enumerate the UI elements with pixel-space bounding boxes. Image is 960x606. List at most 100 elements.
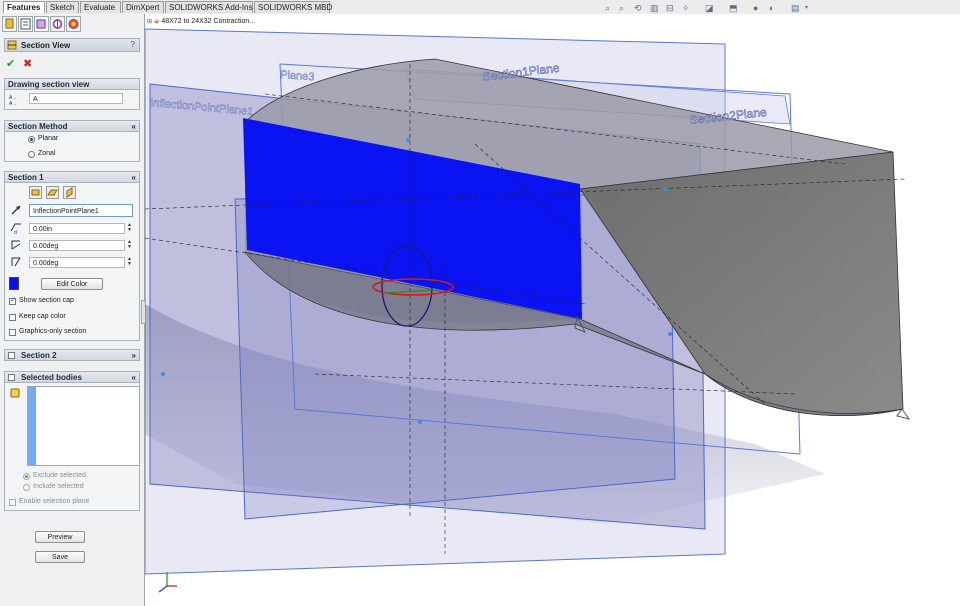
- cancel-button[interactable]: ✖: [23, 57, 32, 70]
- drawing-section-view-group: A→ A→ A: [4, 90, 140, 110]
- exclude-selected-radio[interactable]: [23, 473, 30, 480]
- drawing-section-view-header: Drawing section view: [4, 78, 140, 90]
- view-settings-icon[interactable]: ✧: [682, 2, 690, 14]
- ok-button[interactable]: ✔: [6, 57, 15, 70]
- selected-bodies-list[interactable]: [27, 386, 140, 466]
- plane-handle[interactable]: [406, 138, 410, 142]
- offset-spinner[interactable]: ▲ ▼: [126, 223, 133, 234]
- reverse-direction-icon[interactable]: [9, 203, 23, 217]
- plane3-label: Plane3: [280, 69, 315, 83]
- plane-handle[interactable]: [161, 372, 165, 376]
- plane-top-button[interactable]: [46, 186, 59, 199]
- selection-list-bar: [28, 387, 36, 465]
- cap-color-swatch: [9, 277, 19, 290]
- feature-tree-icon: [5, 18, 14, 29]
- configuration-icon: [36, 19, 46, 29]
- zonal-radio[interactable]: [28, 151, 35, 158]
- orientation-marker: [896, 408, 911, 420]
- help-icon[interactable]: ?: [131, 40, 135, 49]
- feature-manager-tab[interactable]: [2, 16, 17, 32]
- angle-y-spinner[interactable]: ▲ ▼: [126, 257, 133, 268]
- section-view-toggle-icon[interactable]: ▥: [650, 2, 659, 14]
- section2-checkbox[interactable]: [8, 352, 15, 359]
- graphics-only-section-label: Graphics-only section: [19, 328, 87, 335]
- offset-input[interactable]: 0.00in: [29, 223, 125, 234]
- show-section-cap-checkbox[interactable]: [9, 296, 16, 305]
- section1-group: InflectionPointPlane1 d 0.00in ▲ ▼ 0.00de…: [4, 183, 140, 341]
- angle-x-input[interactable]: 0.00deg: [29, 240, 125, 251]
- display-manager-tab[interactable]: [66, 16, 81, 32]
- selected-bodies-checkbox[interactable]: [8, 374, 15, 381]
- section2-header[interactable]: Section 2»: [4, 349, 140, 361]
- right-plane-icon: [66, 187, 73, 198]
- plane-handle[interactable]: [663, 187, 667, 191]
- include-selected-label: Include selected: [33, 483, 84, 490]
- section-method-group: Planar Zonal: [4, 132, 140, 162]
- configuration-manager-tab[interactable]: [34, 16, 49, 32]
- dynamic-annotation-icon[interactable]: ⊟: [666, 2, 674, 14]
- exclude-selected-label: Exclude selected: [33, 472, 86, 479]
- save-button[interactable]: Save: [35, 551, 85, 563]
- tab-features[interactable]: Features: [3, 1, 45, 13]
- tab-sketch[interactable]: Sketch: [46, 1, 79, 13]
- property-manager: Section View ? ✔ ✖ Drawing section view …: [0, 14, 148, 606]
- selected-bodies-header[interactable]: Selected bodies «: [4, 371, 140, 383]
- plane-handle[interactable]: [668, 332, 672, 336]
- planar-label: Planar: [38, 135, 59, 142]
- section1-header: Section 1 «: [4, 171, 140, 183]
- enable-selection-plane-checkbox[interactable]: [9, 499, 16, 506]
- property-manager-icon: [20, 18, 31, 30]
- angle-x-spinner[interactable]: ▲ ▼: [126, 240, 133, 251]
- apply-scene-icon[interactable]: ▤: [791, 2, 800, 14]
- property-manager-tab[interactable]: [18, 16, 33, 32]
- svg-text:A→: A→: [9, 101, 17, 106]
- previous-view-icon[interactable]: ⟲: [634, 2, 642, 14]
- selected-bodies-group: Exclude selected Include selected Enable…: [4, 383, 140, 511]
- tab-solidworks-mbd[interactable]: SOLIDWORKS MBD: [254, 1, 332, 13]
- display-manager-icon: [68, 19, 79, 29]
- plane-front-button[interactable]: [29, 186, 42, 199]
- top-plane-icon: [47, 189, 58, 196]
- edit-color-button[interactable]: Edit Color: [41, 278, 103, 290]
- zonal-label: Zonal: [38, 150, 56, 157]
- tab-dimxpert[interactable]: DimXpert: [122, 1, 164, 13]
- keep-cap-color-checkbox[interactable]: [9, 314, 16, 321]
- front-plane-icon: [31, 189, 40, 196]
- section-label-input[interactable]: A: [29, 93, 123, 104]
- chevron-down-icon[interactable]: ▾: [805, 2, 808, 14]
- hide-show-items-icon[interactable]: ●: [753, 2, 758, 14]
- command-manager-tabs: Features Sketch Evaluate DimXpert SOLIDW…: [0, 0, 960, 15]
- rotate-x-icon: [11, 240, 21, 250]
- dimxpert-icon: [52, 19, 63, 29]
- body-icon: [10, 388, 20, 398]
- plane-right-button[interactable]: [63, 186, 76, 199]
- axis-triad: [158, 572, 177, 593]
- model-3d-view: InflectionPointPlane1 Plane3 Section1Pla…: [145, 28, 911, 593]
- preview-button[interactable]: Preview: [35, 531, 85, 543]
- angle-y-input[interactable]: 0.00deg: [29, 257, 125, 268]
- planar-radio[interactable]: [28, 136, 35, 143]
- section-view-icon: [7, 40, 17, 50]
- section-method-header: Section Method «: [4, 120, 140, 132]
- manager-tabs: [2, 16, 142, 33]
- rotate-y-icon: [11, 257, 21, 267]
- display-style-icon[interactable]: ⬒: [729, 2, 738, 14]
- section-label-icon: A→A→: [9, 95, 17, 106]
- enable-selection-plane-label: Enable selection plane: [19, 498, 90, 505]
- graphics-only-section-checkbox[interactable]: [9, 329, 16, 336]
- zoom-to-area-icon[interactable]: ⌕: [619, 2, 624, 14]
- section-plane-input[interactable]: InflectionPointPlane1: [29, 204, 133, 217]
- zoom-to-fit-icon[interactable]: ⌕: [605, 2, 610, 14]
- include-selected-radio[interactable]: [23, 484, 30, 491]
- property-manager-title-bar: Section View ?: [4, 38, 140, 52]
- svg-text:d: d: [14, 230, 17, 235]
- page-title: Section View: [21, 41, 71, 50]
- view-orientation-icon[interactable]: ◪: [705, 2, 714, 14]
- plane-handle[interactable]: [418, 420, 422, 424]
- edit-appearance-icon[interactable]: ◐: [769, 2, 774, 14]
- tab-solidworks-add-ins[interactable]: SOLIDWORKS Add-Ins: [165, 1, 253, 13]
- tab-evaluate[interactable]: Evaluate: [80, 1, 121, 13]
- dimxpert-manager-tab[interactable]: [50, 16, 65, 32]
- graphics-area[interactable]: ⊞ ⬙ 48X72 to 24X32 Contraction... Inflec…: [145, 14, 960, 606]
- show-section-cap-label: Show section cap: [19, 297, 74, 304]
